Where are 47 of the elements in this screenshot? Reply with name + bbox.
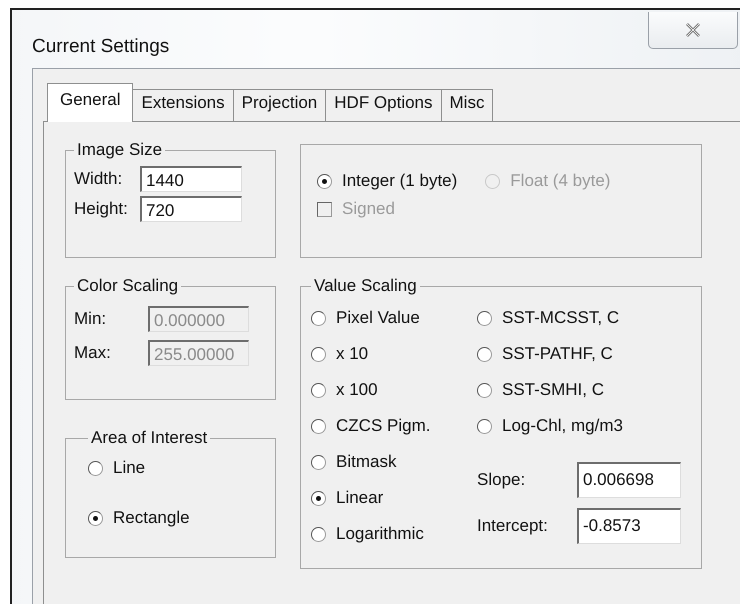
radio-button[interactable]: [311, 310, 326, 326]
field-label: Width:: [74, 169, 124, 189]
radio-label[interactable]: x 10: [336, 344, 368, 364]
radio-label[interactable]: Line: [113, 458, 146, 478]
radio-label[interactable]: x 100: [336, 380, 378, 400]
radio-label[interactable]: Integer (1 byte): [342, 171, 458, 191]
radio-button[interactable]: [477, 346, 492, 362]
radio-button[interactable]: [88, 460, 103, 476]
field-label: Max:: [74, 343, 112, 363]
radio-label[interactable]: SST-MCSST, C: [502, 308, 620, 328]
radio-button[interactable]: [477, 418, 492, 434]
radio-label[interactable]: CZCS Pigm.: [336, 416, 430, 436]
radio-label[interactable]: Log-Chl, mg/m3: [502, 416, 623, 436]
radio-button[interactable]: [88, 510, 103, 526]
radio-button[interactable]: [317, 174, 332, 188]
radio-label[interactable]: Linear: [336, 488, 384, 508]
radio-button[interactable]: [311, 454, 326, 470]
radio-label[interactable]: SST-PATHF, C: [502, 344, 613, 364]
radio-button[interactable]: [311, 346, 326, 362]
input-field[interactable]: 0.006698: [577, 462, 681, 498]
radio-button[interactable]: [311, 382, 326, 398]
radio-label[interactable]: Bitmask: [336, 452, 396, 472]
radio-label[interactable]: Pixel Value: [336, 308, 420, 328]
radio-button[interactable]: [311, 526, 326, 542]
field-label: Height:: [74, 199, 129, 219]
input-field[interactable]: 1440: [140, 166, 242, 192]
close-icon: [685, 23, 701, 37]
radio-label[interactable]: Rectangle: [113, 508, 190, 528]
window-title: Current Settings: [32, 36, 170, 58]
field-label: Min:: [74, 309, 108, 329]
field-label: Intercept:: [477, 516, 549, 536]
input-field[interactable]: 720: [140, 196, 242, 222]
tab[interactable]: Misc: [440, 89, 494, 121]
group-title: Image Size: [76, 140, 164, 160]
radio-label[interactable]: SST-SMHI, C: [502, 380, 604, 400]
radio-button[interactable]: [477, 310, 492, 326]
tab[interactable]: General: [47, 83, 134, 122]
radio-label[interactable]: Logarithmic: [336, 524, 424, 544]
input-field[interactable]: -0.8573: [577, 508, 681, 544]
group-title: Value Scaling: [313, 276, 418, 296]
group-title: Area of Interest: [90, 428, 208, 448]
radio-button[interactable]: [477, 382, 492, 398]
radio-button[interactable]: [311, 418, 326, 434]
radio-button[interactable]: [311, 490, 326, 506]
field-label: Slope:: [477, 470, 526, 490]
group-title: Color Scaling: [76, 276, 180, 296]
close-button[interactable]: [648, 12, 738, 49]
